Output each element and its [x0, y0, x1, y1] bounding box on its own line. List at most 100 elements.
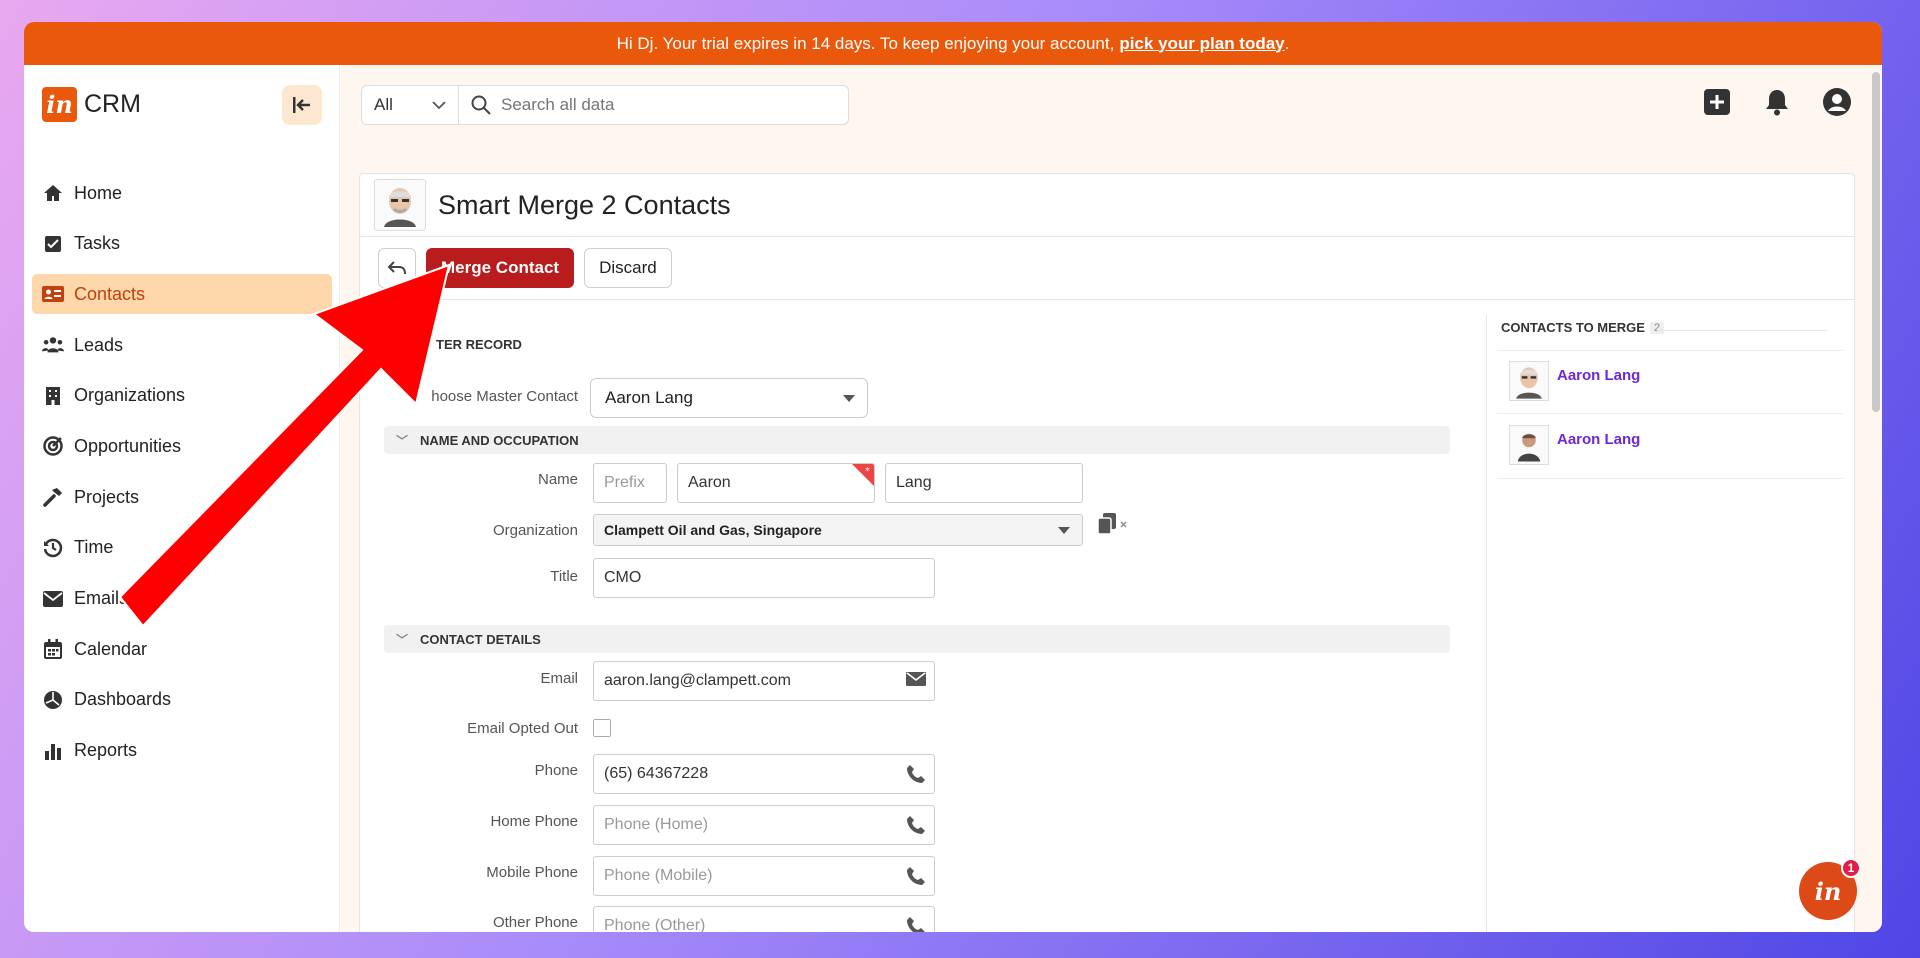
trial-banner: Hi Dj. Your trial expires in 14 days. To…: [24, 22, 1882, 65]
organization-select[interactable]: Clampett Oil and Gas, Singapore: [593, 514, 1083, 546]
search-input[interactable]: [501, 95, 821, 115]
home-phone-placeholder: Phone (Home): [604, 816, 709, 833]
target-icon: [42, 435, 64, 457]
home-icon: [42, 182, 64, 204]
collapse-left-icon: [293, 97, 310, 113]
merge-contact-item[interactable]: Aaron Lang: [1497, 350, 1843, 414]
last-name-field[interactable]: Lang: [885, 463, 1083, 503]
email-field[interactable]: aaron.lang@clampett.com: [593, 661, 935, 701]
phone-value: (65) 64367228: [604, 765, 709, 782]
caret-down-icon: [1058, 527, 1070, 534]
divider: [1657, 330, 1827, 331]
app-window: Hi Dj. Your trial expires in 14 days. To…: [24, 22, 1882, 932]
sidebar-item-opportunities[interactable]: Opportunities: [32, 426, 332, 466]
sidebar-item-label: Reports: [74, 740, 138, 761]
header-actions: [1702, 87, 1852, 117]
phone-icon: [907, 816, 925, 834]
phone-icon: [907, 917, 925, 932]
user-menu-button[interactable]: [1822, 87, 1852, 117]
caret-down-icon: [843, 395, 855, 402]
toolbar: Merge Contact Discard: [360, 237, 1854, 300]
search-scope-select[interactable]: All: [361, 85, 459, 125]
merge-contact-item[interactable]: Aaron Lang: [1497, 415, 1843, 479]
other-phone-field[interactable]: Phone (Other): [593, 906, 935, 932]
title-field[interactable]: CMO: [593, 558, 935, 598]
master-record-heading: TER RECORD: [436, 337, 522, 352]
mobile-phone-placeholder: Phone (Mobile): [604, 867, 713, 884]
sidebar-item-label: Time: [74, 537, 114, 558]
search-bar: All: [361, 85, 849, 125]
master-contact-label: hoose Master Contact: [431, 388, 578, 405]
undo-arrow-icon: [387, 261, 406, 275]
scrollbar[interactable]: [1872, 72, 1880, 412]
contact-link[interactable]: Aaron Lang: [1557, 367, 1640, 384]
sidebar: in CRM Home Tasks Contacts Leads Organiz…: [24, 65, 340, 932]
sidebar-item-tasks[interactable]: Tasks: [32, 224, 332, 264]
checkbox-icon: [42, 233, 64, 255]
sidebar-item-label: Calendar: [74, 638, 148, 659]
sidebar-item-time[interactable]: Time: [32, 528, 332, 568]
brand[interactable]: in CRM: [42, 87, 141, 122]
bar-chart-icon: [42, 740, 64, 762]
sidebar-item-label: Projects: [74, 486, 140, 507]
avatar: [374, 179, 426, 231]
sidebar-item-projects[interactable]: Projects: [32, 477, 332, 517]
panel-title-text: CONTACTS TO MERGE: [1501, 320, 1645, 335]
section-contact-details[interactable]: ﹀ CONTACT DETAILS: [384, 625, 1450, 653]
notifications-button[interactable]: [1762, 87, 1792, 117]
envelope-icon: [42, 588, 64, 610]
sidebar-item-organizations[interactable]: Organizations: [32, 376, 332, 416]
building-icon: [42, 385, 64, 407]
collapse-sidebar-button[interactable]: [282, 85, 322, 125]
search-scope-value: All: [374, 95, 393, 114]
sidebar-item-home[interactable]: Home: [32, 173, 332, 213]
sidebar-item-reports[interactable]: Reports: [32, 731, 332, 771]
sidebar-item-leads[interactable]: Leads: [32, 325, 332, 365]
email-opted-out-checkbox[interactable]: [593, 719, 611, 737]
sidebar-item-label: Dashboards: [74, 689, 172, 710]
phone-field[interactable]: (65) 64367228: [593, 754, 935, 794]
chevron-down-icon: [432, 100, 446, 109]
mobile-phone-field[interactable]: Phone (Mobile): [593, 856, 935, 896]
sidebar-item-dashboards[interactable]: Dashboards: [32, 680, 332, 720]
search-field[interactable]: [459, 85, 849, 125]
merge-contact-button[interactable]: Merge Contact: [426, 248, 575, 288]
sidebar-item-label: Emails: [74, 588, 129, 608]
sidebar-item-label: Opportunities: [74, 435, 182, 456]
sidebar-item-contacts[interactable]: Contacts: [32, 274, 332, 315]
discard-button[interactable]: Discard: [584, 248, 672, 288]
calendar-icon: [42, 638, 64, 660]
home-phone-field[interactable]: Phone (Home): [593, 805, 935, 845]
phone-icon: [907, 867, 925, 885]
contact-photo: [384, 188, 416, 227]
phone-icon: [907, 765, 925, 783]
create-button[interactable]: [1702, 87, 1732, 117]
avatar: [1509, 425, 1549, 465]
email-label: Email: [540, 670, 578, 687]
master-contact-value: Aaron Lang: [605, 388, 693, 407]
contact-photo: [1517, 433, 1541, 462]
prefix-field[interactable]: Prefix: [593, 463, 667, 503]
mobile-phone-label: Mobile Phone: [486, 864, 578, 881]
contacts-to-merge-panel: CONTACTS TO MERGE 2 Aaron Lang Aaron Lan…: [1486, 314, 1843, 932]
section-name-occupation[interactable]: ﹀ NAME AND OCCUPATION: [384, 426, 1450, 454]
search-icon: [471, 95, 491, 115]
copy-clear-icon[interactable]: [1096, 512, 1130, 538]
pick-plan-link[interactable]: pick your plan today: [1119, 34, 1284, 54]
contact-link[interactable]: Aaron Lang: [1557, 431, 1640, 448]
sidebar-item-emails[interactable]: Emails: [32, 579, 332, 619]
master-contact-select[interactable]: Aaron Lang: [590, 378, 868, 418]
first-name-field[interactable]: Aaron *: [677, 463, 875, 503]
required-flag-icon: *: [852, 464, 874, 486]
back-button[interactable]: [378, 248, 416, 288]
organization-value: Clampett Oil and Gas, Singapore: [604, 522, 822, 538]
sidebar-item-label: Home: [74, 182, 123, 203]
chat-launcher-button[interactable]: in 1: [1799, 858, 1861, 920]
chevron-down-icon: ﹀: [396, 433, 409, 448]
sidebar-item-calendar[interactable]: Calendar: [32, 629, 332, 669]
sidebar-item-label: Leads: [74, 334, 124, 355]
home-phone-label: Home Phone: [490, 813, 578, 830]
banner-text: Hi Dj. Your trial expires in 14 days. To…: [616, 33, 1115, 53]
brand-logo: in: [42, 87, 77, 122]
phone-label: Phone: [534, 762, 578, 779]
